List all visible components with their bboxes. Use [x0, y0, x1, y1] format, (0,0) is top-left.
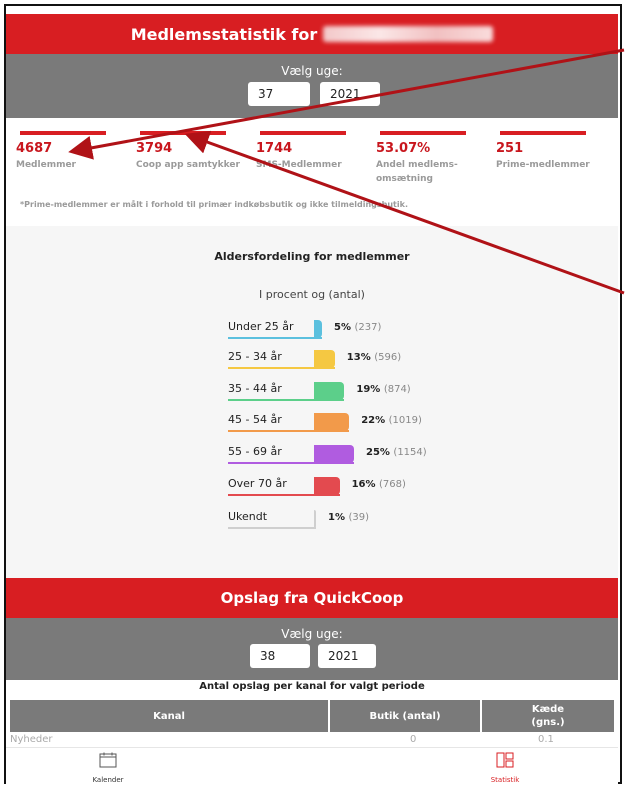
column-kaede[interactable]: Kæde (gns.) [482, 700, 614, 732]
stat-value: 251 [496, 141, 524, 156]
column-kanal[interactable]: Kanal [10, 700, 330, 732]
statistics-icon [496, 752, 514, 768]
stat-bar [500, 131, 586, 135]
stat-bar [140, 131, 226, 135]
stat-value: 1744 [256, 141, 293, 156]
week-picker-band: Vælg uge: 37 2021 [6, 54, 618, 118]
age-chart-title: Aldersfordeling for medlemmer [214, 250, 410, 263]
age-value: 5% (237) [334, 322, 381, 333]
cell-kanal: Nyheder [10, 734, 53, 745]
age-chart-subtitle: I procent og (antal) [259, 288, 365, 301]
age-category: Over 70 år [228, 477, 287, 490]
age-bar [314, 350, 335, 368]
age-percent: 19% [356, 384, 381, 395]
age-category: Ukendt [228, 510, 268, 523]
stat-label: SMS-Medlemmer [256, 160, 342, 170]
quickcoop-week-band: Vælg uge: 38 2021 [6, 618, 618, 680]
age-bar [314, 413, 350, 431]
age-count: (39) [348, 512, 369, 523]
nav-statistics-label: Statistik [490, 776, 520, 784]
stat-bar [20, 131, 106, 135]
age-value: 22% (1019) [361, 415, 422, 426]
week-picker-label: Vælg uge: [281, 627, 343, 641]
age-count: (768) [379, 479, 406, 490]
age-bar [314, 382, 345, 400]
table-row: Nyheder 0 0.1 [10, 734, 614, 748]
year-input[interactable]: 2021 [318, 644, 376, 668]
week-picker-label: Vælg uge: [281, 64, 343, 78]
nav-statistics[interactable]: Statistik [475, 752, 535, 784]
age-value: 25% (1154) [366, 447, 427, 458]
age-percent: 16% [351, 479, 376, 490]
prime-footnote: *Prime-medlemmer er målt i forhold til p… [20, 200, 408, 209]
age-count: (1154) [393, 447, 427, 458]
year-input[interactable]: 2021 [320, 82, 380, 106]
age-underline [228, 527, 316, 529]
age-underline [228, 337, 322, 339]
stat-value: 3794 [136, 141, 173, 156]
age-category: Under 25 år [228, 320, 294, 333]
age-value: 19% (874) [356, 384, 410, 395]
column-butik[interactable]: Butik (antal) [330, 700, 482, 732]
week-input[interactable]: 38 [250, 644, 310, 668]
stat-value: 53.07% [376, 141, 431, 156]
stat-members: 4687 Medlemmer [16, 131, 126, 172]
quickcoop-header: Opslag fra QuickCoop [6, 578, 618, 618]
age-percent: 13% [346, 352, 371, 363]
age-category: 55 - 69 år [228, 445, 282, 458]
stat-bar [380, 131, 466, 135]
nav-calendar-label: Kalender [92, 776, 124, 784]
age-percent: 5% [334, 322, 351, 333]
age-distribution-section: Aldersfordeling for medlemmer I procent … [6, 226, 618, 578]
age-percent: 22% [361, 415, 386, 426]
age-category: 25 - 34 år [228, 350, 282, 363]
age-bar [314, 510, 316, 528]
week-input[interactable]: 37 [248, 82, 310, 106]
bottom-navigation: Kalender Statistik [6, 747, 618, 784]
age-bar [314, 477, 340, 495]
age-count: (874) [383, 384, 411, 395]
age-bar [314, 445, 354, 463]
age-category: 45 - 54 år [228, 413, 282, 426]
cell-butik: 0 [410, 734, 417, 745]
age-percent: 25% [366, 447, 390, 458]
age-bar [314, 320, 322, 338]
cell-kaede: 0.1 [538, 734, 554, 745]
age-value: 13% (596) [347, 352, 401, 363]
table-header: Kanal Butik (antal) Kæde (gns.) [10, 700, 614, 732]
stat-app-consent: 3794 Coop app samtykker [136, 131, 246, 172]
stat-bar [260, 131, 346, 135]
stat-member-revenue-share: 53.07% Andel medlems-omsætning [376, 131, 486, 186]
age-category: 35 - 44 år [228, 382, 282, 395]
age-count: (596) [374, 352, 402, 363]
age-percent: 1% [328, 512, 345, 523]
stat-label: Prime-medlemmer [496, 160, 590, 170]
age-count: (237) [354, 322, 382, 333]
age-value: 1% (39) [328, 512, 369, 523]
stat-label: Coop app samtykker [136, 160, 240, 170]
stat-label: Medlemmer [16, 160, 76, 170]
table-caption: Antal opslag per kanal for valgt periode [199, 681, 425, 692]
calendar-icon [99, 752, 117, 768]
stat-prime-members: 251 Prime-medlemmer [496, 131, 606, 172]
members-stats-title: Medlemsstatistik for [130, 24, 318, 44]
nav-calendar[interactable]: Kalender [78, 752, 138, 784]
stat-value: 4687 [16, 141, 53, 156]
age-count: (1019) [388, 415, 422, 426]
stat-label: Andel medlems-omsætning [376, 160, 458, 184]
stat-sms-members: 1744 SMS-Medlemmer [256, 131, 366, 172]
redacted-store-name [323, 26, 494, 42]
members-stats-header: Medlemsstatistik for [6, 14, 618, 54]
age-value: 16% (768) [352, 479, 406, 490]
